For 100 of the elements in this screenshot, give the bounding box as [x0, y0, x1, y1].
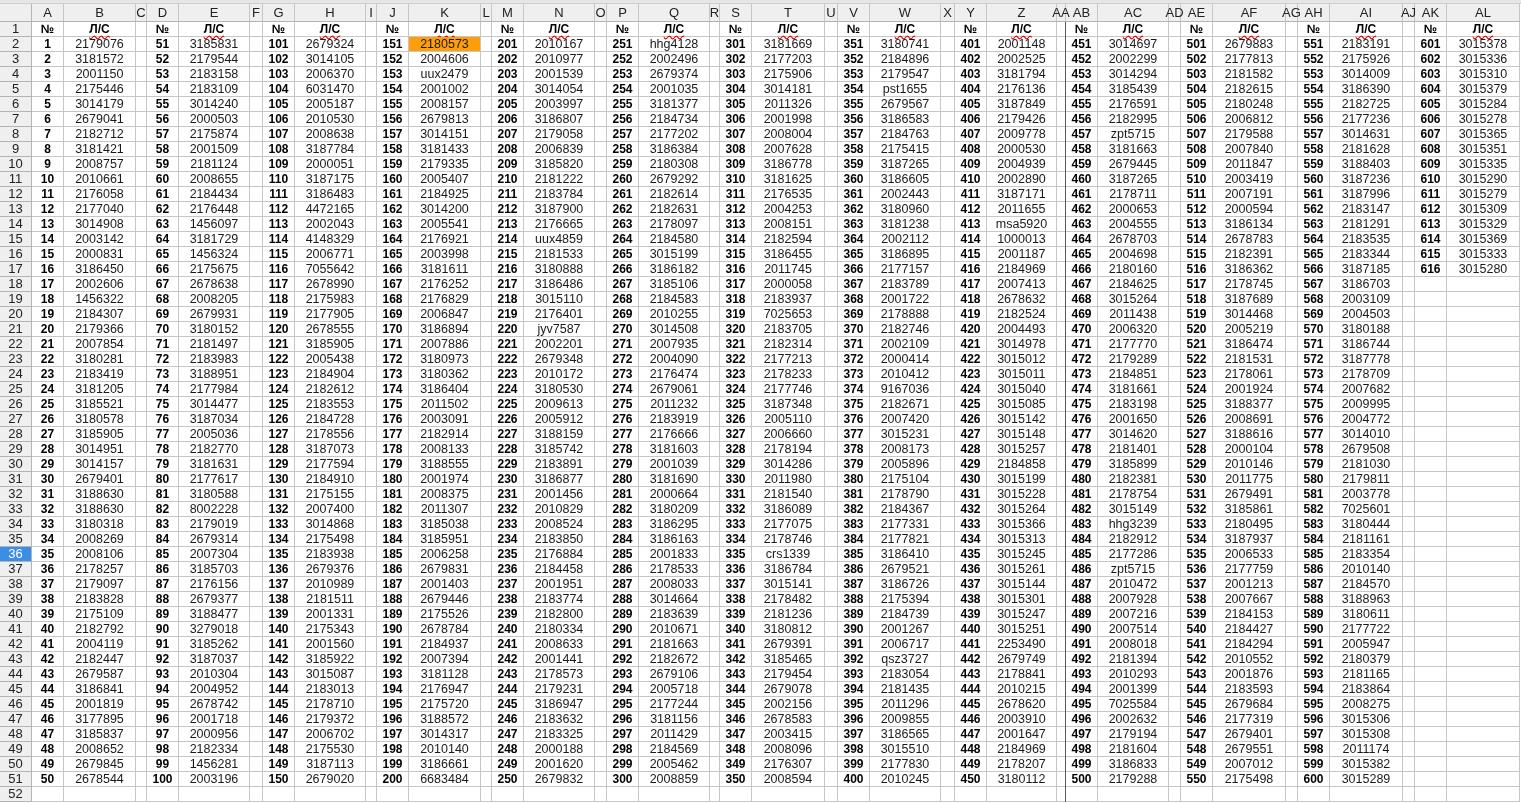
row-header[interactable]: 52: [0, 787, 32, 802]
row-header[interactable]: 23: [0, 352, 32, 367]
column-header[interactable]: H: [325, 6, 335, 19]
column-header[interactable]: AF: [1240, 6, 1258, 19]
row-header[interactable]: 7: [0, 112, 32, 127]
row-header[interactable]: 25: [0, 382, 32, 397]
column-header[interactable]: AD: [1165, 6, 1184, 19]
entry-number: 66: [154, 262, 171, 277]
column-title: Л/С: [1121, 22, 1145, 37]
account-number: 3187784: [304, 142, 356, 157]
column-header[interactable]: S: [731, 6, 740, 19]
row-header[interactable]: 20: [0, 307, 32, 322]
column-header[interactable]: AG: [1282, 6, 1301, 19]
column-header[interactable]: AA: [1052, 6, 1070, 19]
row-header[interactable]: 47: [0, 712, 32, 727]
row-header[interactable]: 3: [0, 52, 32, 67]
column-header[interactable]: Y: [966, 6, 975, 19]
column-header[interactable]: O: [595, 6, 606, 19]
column-header[interactable]: V: [849, 6, 858, 19]
column-header[interactable]: K: [440, 6, 449, 19]
column-header[interactable]: M: [502, 6, 513, 19]
row-header[interactable]: 33: [0, 502, 32, 517]
column-header[interactable]: AE: [1187, 6, 1206, 19]
row-header[interactable]: 34: [0, 517, 32, 532]
row-header[interactable]: 48: [0, 727, 32, 742]
row-header[interactable]: 26: [0, 397, 32, 412]
column-header[interactable]: L: [482, 6, 490, 19]
entry-number: 255: [611, 97, 634, 112]
row-header[interactable]: 10: [0, 157, 32, 172]
row-header[interactable]: 28: [0, 427, 32, 442]
entry-number: 123: [267, 367, 290, 382]
row-header[interactable]: 43: [0, 652, 32, 667]
row-header[interactable]: 5: [0, 82, 32, 97]
row-header[interactable]: 50: [0, 757, 32, 772]
row-header[interactable]: 19: [0, 292, 32, 307]
column-header[interactable]: E: [209, 6, 219, 19]
row-header[interactable]: 21: [0, 322, 32, 337]
column-header[interactable]: B: [95, 6, 104, 19]
row-header[interactable]: 15: [0, 232, 32, 247]
column-header[interactable]: D: [157, 6, 168, 19]
column-header[interactable]: J: [389, 6, 396, 19]
row-header[interactable]: 38: [0, 577, 32, 592]
column-header[interactable]: Q: [668, 6, 680, 19]
column-header[interactable]: AH: [1304, 6, 1323, 19]
column-header[interactable]: N: [554, 6, 564, 19]
row-header[interactable]: 32: [0, 487, 32, 502]
column-header[interactable]: AJ: [1400, 6, 1417, 19]
row-header[interactable]: 1: [0, 22, 32, 37]
row-header[interactable]: 51: [0, 772, 32, 787]
row-header[interactable]: 18: [0, 277, 32, 292]
column-header[interactable]: T: [784, 6, 792, 19]
column-header[interactable]: F: [252, 6, 260, 19]
row-header[interactable]: 46: [0, 697, 32, 712]
entry-number: 366: [842, 262, 865, 277]
column-header[interactable]: W: [898, 6, 912, 19]
row-header[interactable]: 24: [0, 367, 32, 382]
row-header[interactable]: 29: [0, 442, 32, 457]
row-header[interactable]: 41: [0, 622, 32, 637]
column-header[interactable]: R: [709, 6, 720, 19]
row-header[interactable]: 17: [0, 262, 32, 277]
column-header[interactable]: AI: [1359, 6, 1373, 19]
row-header[interactable]: 4: [0, 67, 32, 82]
row-header[interactable]: 11: [0, 172, 32, 187]
entry-number: 134: [267, 532, 290, 547]
entry-number: 140: [267, 622, 290, 637]
row-header[interactable]: 14: [0, 217, 32, 232]
row-header[interactable]: 37: [0, 562, 32, 577]
column-header[interactable]: X: [943, 6, 952, 19]
row-header[interactable]: 27: [0, 412, 32, 427]
column-header[interactable]: A: [43, 6, 52, 19]
row-header[interactable]: 49: [0, 742, 32, 757]
column-header[interactable]: AL: [1475, 6, 1491, 19]
column-header[interactable]: I: [369, 6, 373, 19]
column-header[interactable]: AK: [1421, 6, 1440, 19]
row-header[interactable]: 39: [0, 592, 32, 607]
column-header[interactable]: AC: [1123, 6, 1143, 19]
row-header[interactable]: 44: [0, 667, 32, 682]
column-header[interactable]: Z: [1017, 6, 1026, 19]
row-header[interactable]: 8: [0, 127, 32, 142]
column-header[interactable]: U: [826, 6, 836, 19]
row-header[interactable]: 40: [0, 607, 32, 622]
column-header[interactable]: AB: [1072, 6, 1091, 19]
row-header[interactable]: 2: [0, 37, 32, 52]
row-header[interactable]: 42: [0, 637, 32, 652]
row-header[interactable]: 35: [0, 532, 32, 547]
row-header[interactable]: 9: [0, 142, 32, 157]
entry-number: 447: [959, 727, 982, 742]
column-header[interactable]: C: [136, 6, 146, 19]
entry-number: 520: [1185, 322, 1208, 337]
column-header[interactable]: P: [618, 6, 627, 19]
row-header[interactable]: 22: [0, 337, 32, 352]
row-header[interactable]: 13: [0, 202, 32, 217]
row-header[interactable]: 30: [0, 457, 32, 472]
row-header[interactable]: 12: [0, 187, 32, 202]
row-header[interactable]: 45: [0, 682, 32, 697]
row-header[interactable]: 6: [0, 97, 32, 112]
column-header[interactable]: G: [273, 6, 284, 19]
entry-number: 28: [39, 442, 56, 457]
row-header[interactable]: 16: [0, 247, 32, 262]
row-header[interactable]: 31: [0, 472, 32, 487]
